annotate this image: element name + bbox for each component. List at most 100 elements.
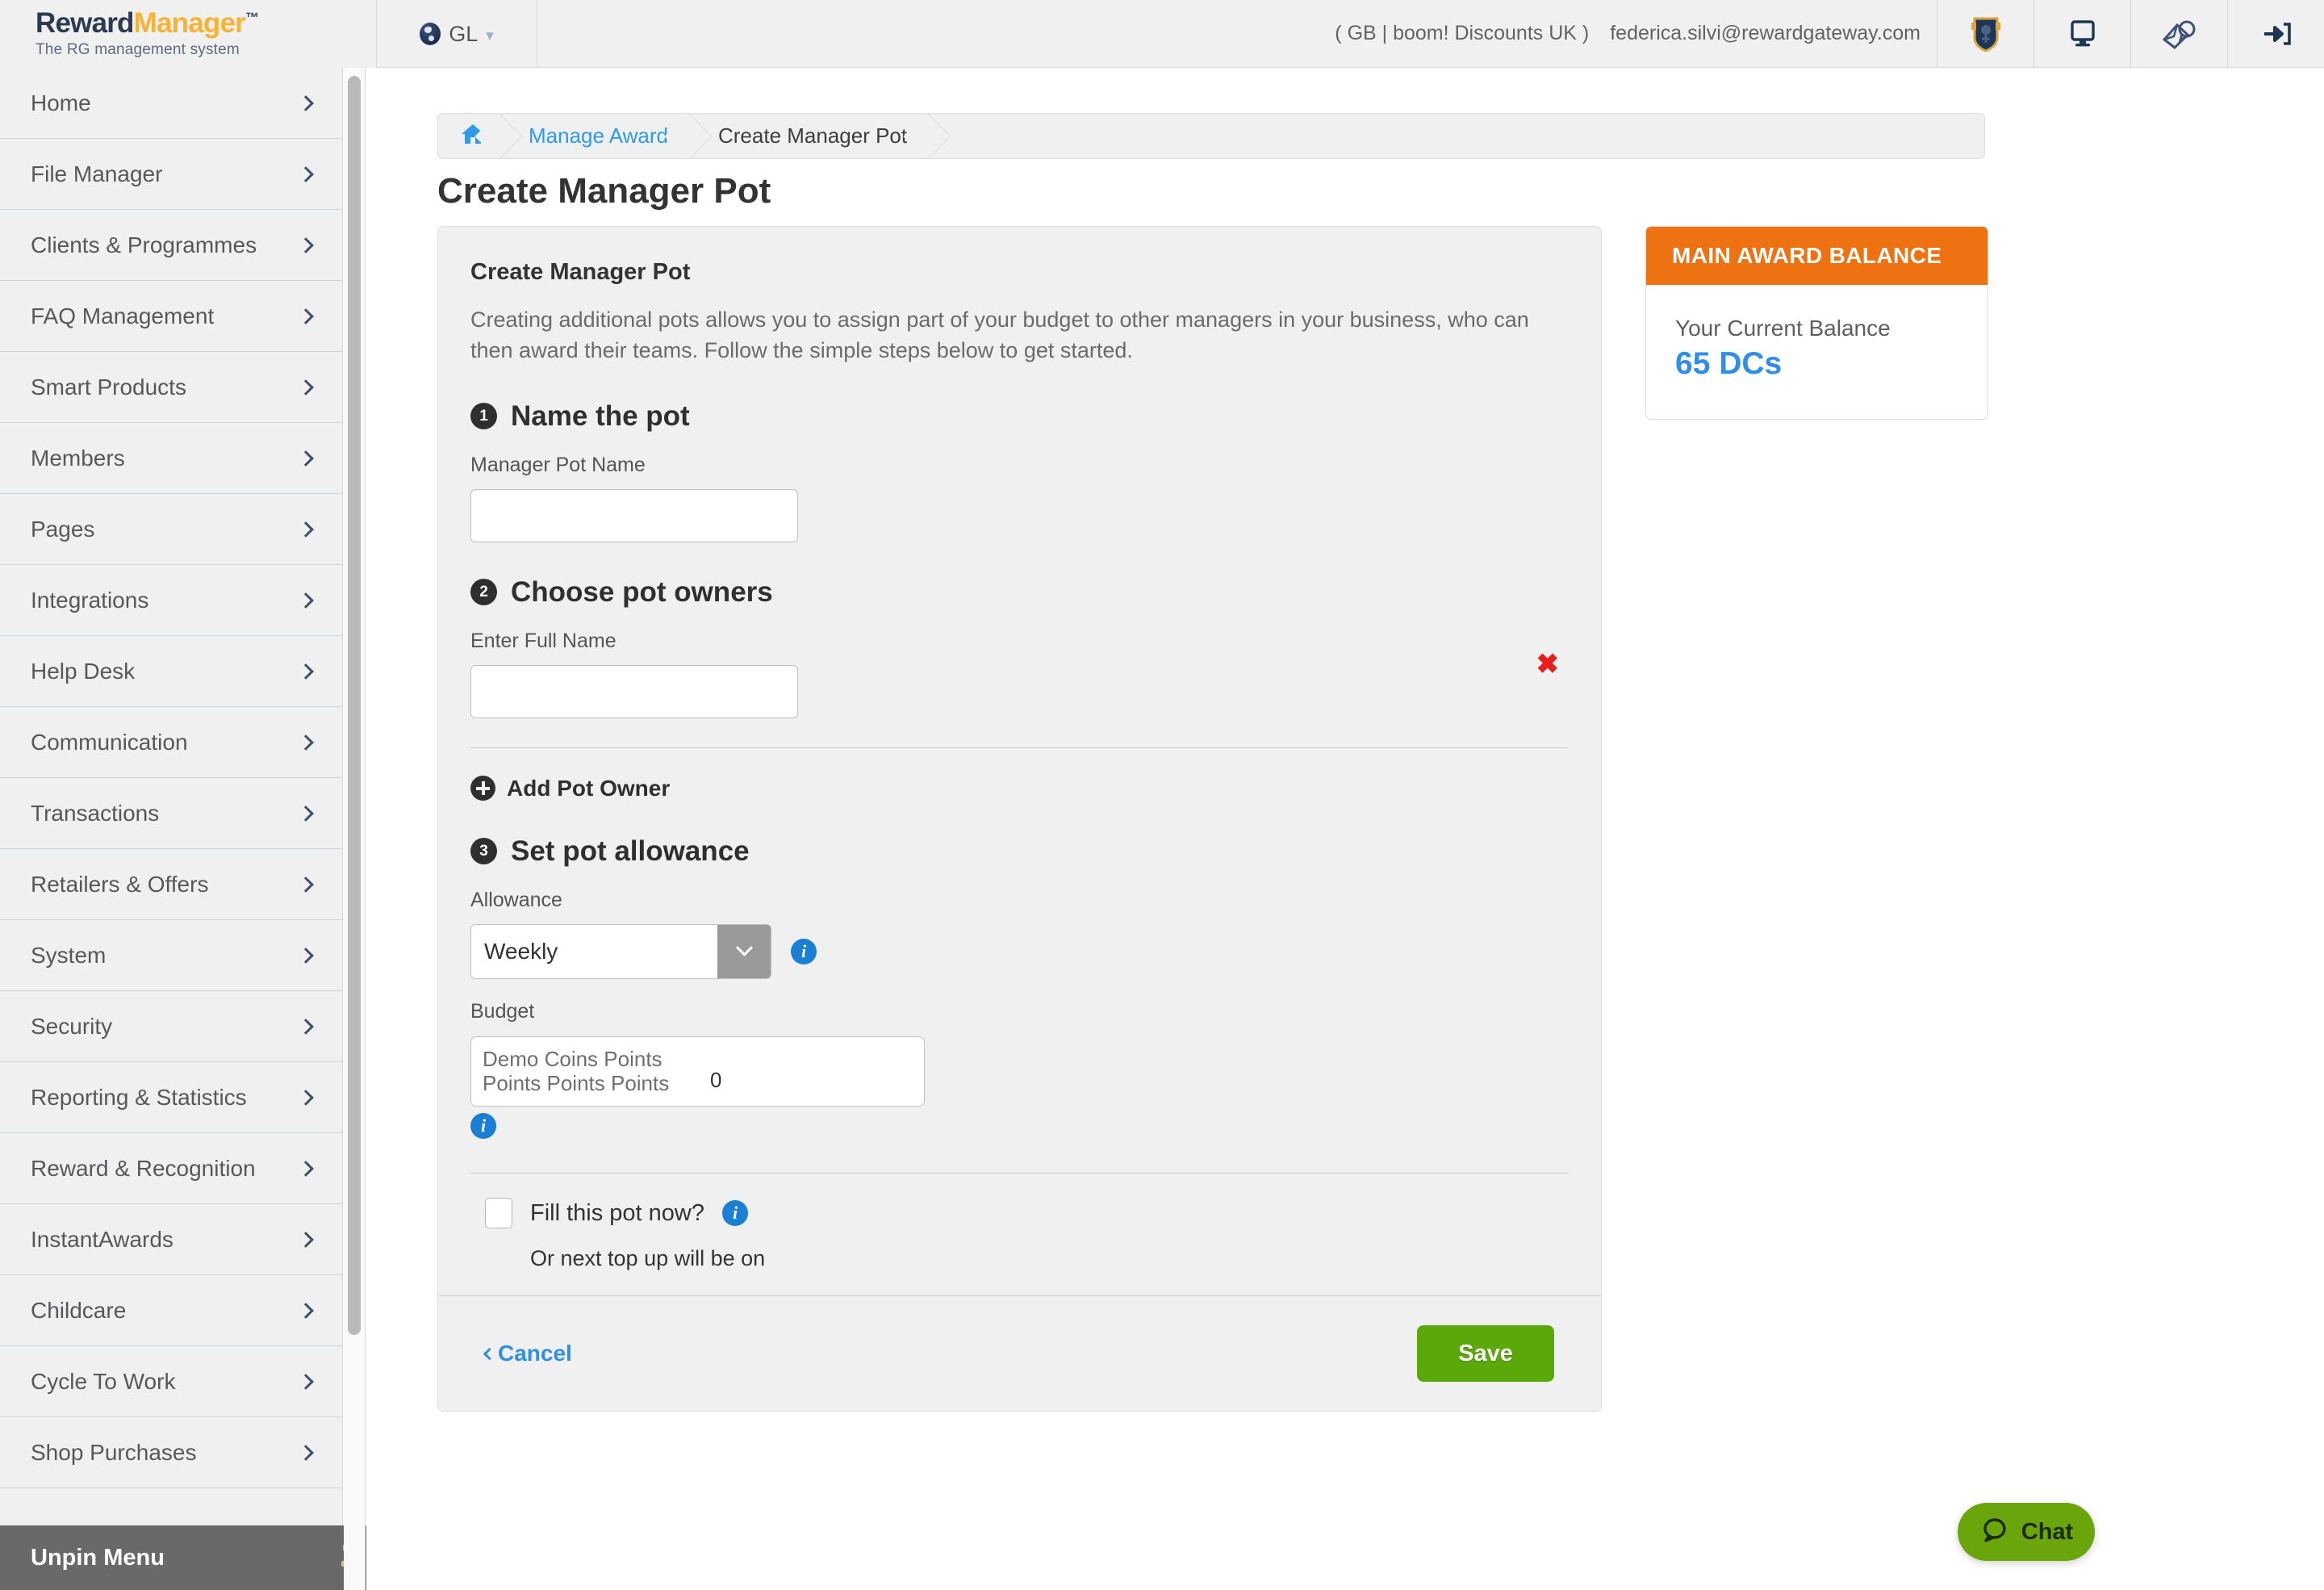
sidebar-item-communication[interactable]: Communication xyxy=(0,707,342,778)
cancel-label: Cancel xyxy=(498,1341,572,1366)
add-pot-owner-label: Add Pot Owner xyxy=(507,775,671,801)
manager-pot-name-input[interactable] xyxy=(470,488,798,542)
sidebar-item-label: Transactions xyxy=(31,800,160,826)
create-manager-pot-card: Create Manager Pot Creating additional p… xyxy=(437,226,1602,1412)
breadcrumb-home[interactable] xyxy=(438,114,504,158)
monitor-icon[interactable] xyxy=(2034,0,2130,68)
brand-title: RewardManager™ xyxy=(36,9,376,37)
sidebar-item-file-manager[interactable]: File Manager xyxy=(0,139,342,210)
plus-circle-icon xyxy=(470,776,495,801)
breadcrumb-item-manage-award[interactable]: Manage Award xyxy=(504,114,694,158)
sidebar-item-transactions[interactable]: Transactions xyxy=(0,778,342,849)
sidebar-item-label: Shop Purchases xyxy=(31,1439,197,1465)
mail-chat-icon[interactable] xyxy=(2130,0,2227,68)
current-balance-value: 65 DCs xyxy=(1675,346,1783,381)
remove-pot-owner-icon[interactable]: ✖ xyxy=(1536,651,1560,678)
left-sidebar: Home File Manager Clients & Programmes FAQ … xyxy=(0,68,384,1590)
sidebar-item-retailers-offers[interactable]: Retailers & Offers xyxy=(0,849,342,920)
sidebar-item-label: Integrations xyxy=(31,587,149,613)
chevron-right-icon xyxy=(298,1373,314,1390)
user-email-label: federica.silvi@rewardgateway.com xyxy=(1610,22,1921,44)
step-3-number: 3 xyxy=(470,838,497,865)
chat-label: Chat xyxy=(2021,1518,2074,1545)
brand-logo[interactable]: RewardManager™ The RG management system xyxy=(0,0,376,68)
chevron-right-icon xyxy=(298,236,314,253)
sidebar-item-label: FAQ Management xyxy=(31,303,215,328)
chevron-right-icon xyxy=(298,663,314,680)
chevron-right-icon xyxy=(298,734,314,751)
cancel-button[interactable]: Cancel xyxy=(483,1341,572,1366)
chevron-right-icon xyxy=(298,1018,314,1035)
home-icon xyxy=(461,123,485,150)
add-pot-owner-button[interactable]: Add Pot Owner xyxy=(470,776,1569,801)
sidebar-item-label: Childcare xyxy=(31,1297,127,1323)
main-content: Manage Award Create Manager Pot Create M… xyxy=(366,68,2324,1590)
globe-icon xyxy=(420,23,441,45)
save-button[interactable]: Save xyxy=(1417,1325,1554,1382)
chevron-right-icon xyxy=(298,876,314,893)
sidebar-item-integrations[interactable]: Integrations xyxy=(0,565,342,636)
chat-widget-button[interactable]: Chat xyxy=(1958,1503,2095,1561)
chevron-down-icon: ▾ xyxy=(486,27,494,44)
sidebar-item-cycle-to-work[interactable]: Cycle To Work xyxy=(0,1346,342,1417)
sidebar-item-shop-purchases[interactable]: Shop Purchases xyxy=(0,1417,342,1488)
locale-selector[interactable]: GL ▾ xyxy=(376,0,537,68)
sidebar-item-label: Help Desk xyxy=(31,658,136,684)
budget-label: Budget xyxy=(470,999,535,1023)
sidebar-item-reward-recognition[interactable]: Reward & Recognition xyxy=(0,1133,342,1204)
unpin-menu-button[interactable]: Unpin Menu xyxy=(0,1525,384,1590)
chevron-down-icon xyxy=(735,939,753,957)
allowance-label: Allowance xyxy=(470,888,562,911)
card-description: Creating additional pots allows you to a… xyxy=(470,308,1529,363)
sidebar-scrollbar[interactable] xyxy=(344,68,366,1590)
unpin-menu-label: Unpin Menu xyxy=(31,1544,165,1571)
sidebar-item-label: Reward & Recognition xyxy=(31,1155,256,1181)
manager-pot-name-label: Manager Pot Name xyxy=(470,453,646,476)
sidebar-item-help-desk[interactable]: Help Desk xyxy=(0,636,342,707)
sidebar-item-smart-products[interactable]: Smart Products xyxy=(0,352,342,423)
allowance-select[interactable]: Weekly xyxy=(470,923,771,979)
sidebar-item-members[interactable]: Members xyxy=(0,423,342,494)
chevron-right-icon xyxy=(298,1231,314,1248)
sidebar-item-faq-management[interactable]: FAQ Management xyxy=(0,281,342,352)
chevron-right-icon xyxy=(298,94,314,111)
budget-input-wrapper[interactable]: Demo Coins Points Points Points Points 0 xyxy=(470,1036,925,1107)
allowance-info-icon[interactable]: i xyxy=(791,938,817,964)
brand-name-part1: Reward xyxy=(36,7,134,39)
budget-info-icon[interactable]: i xyxy=(470,1113,496,1139)
balance-card-header: MAIN AWARD BALANCE xyxy=(1646,227,1988,285)
chevron-right-icon xyxy=(298,1444,314,1461)
sidebar-item-label: Home xyxy=(31,90,91,115)
scrollbar-thumb[interactable] xyxy=(348,76,361,1335)
sidebar-item-label: Security xyxy=(31,1013,113,1039)
current-balance-label: Your Current Balance xyxy=(1675,316,1891,341)
sidebar-item-security[interactable]: Security xyxy=(0,991,342,1062)
budget-value[interactable]: 0 xyxy=(710,1068,721,1093)
fill-this-pot-label: Fill this pot now? xyxy=(530,1199,704,1226)
brand-tagline: The RG management system xyxy=(36,41,240,58)
card-footer: Cancel Save xyxy=(438,1295,1601,1411)
next-topup-note: Or next top up will be on xyxy=(530,1246,766,1270)
allowance-dropdown-toggle[interactable] xyxy=(717,924,771,978)
sidebar-item-system[interactable]: System xyxy=(0,920,342,991)
sidebar-item-instantawards[interactable]: InstantAwards xyxy=(0,1204,342,1275)
sidebar-item-label: Cycle To Work xyxy=(31,1368,176,1394)
trademark-symbol: ™ xyxy=(245,10,259,26)
chat-bubble-icon xyxy=(1979,1515,2010,1550)
pot-owner-name-input[interactable] xyxy=(470,664,798,718)
allowance-row: Weekly i xyxy=(470,923,1569,979)
chevron-right-icon xyxy=(298,308,314,324)
fill-pot-info-icon[interactable]: i xyxy=(722,1200,748,1226)
sidebar-item-label: InstantAwards xyxy=(31,1226,173,1252)
chevron-right-icon xyxy=(298,1302,314,1319)
sidebar-item-pages[interactable]: Pages xyxy=(0,494,342,565)
shield-badge-icon[interactable] xyxy=(1937,0,2034,68)
sidebar-item-childcare[interactable]: Childcare xyxy=(0,1275,342,1346)
step-2-number: 2 xyxy=(470,579,497,606)
sidebar-item-clients-programmes[interactable]: Clients & Programmes xyxy=(0,210,342,281)
fill-this-pot-checkbox[interactable] xyxy=(485,1198,512,1228)
chevron-right-icon xyxy=(298,805,314,822)
sidebar-item-home[interactable]: Home xyxy=(0,68,342,139)
sidebar-item-reporting-statistics[interactable]: Reporting & Statistics xyxy=(0,1062,342,1133)
logout-icon[interactable] xyxy=(2227,0,2324,68)
